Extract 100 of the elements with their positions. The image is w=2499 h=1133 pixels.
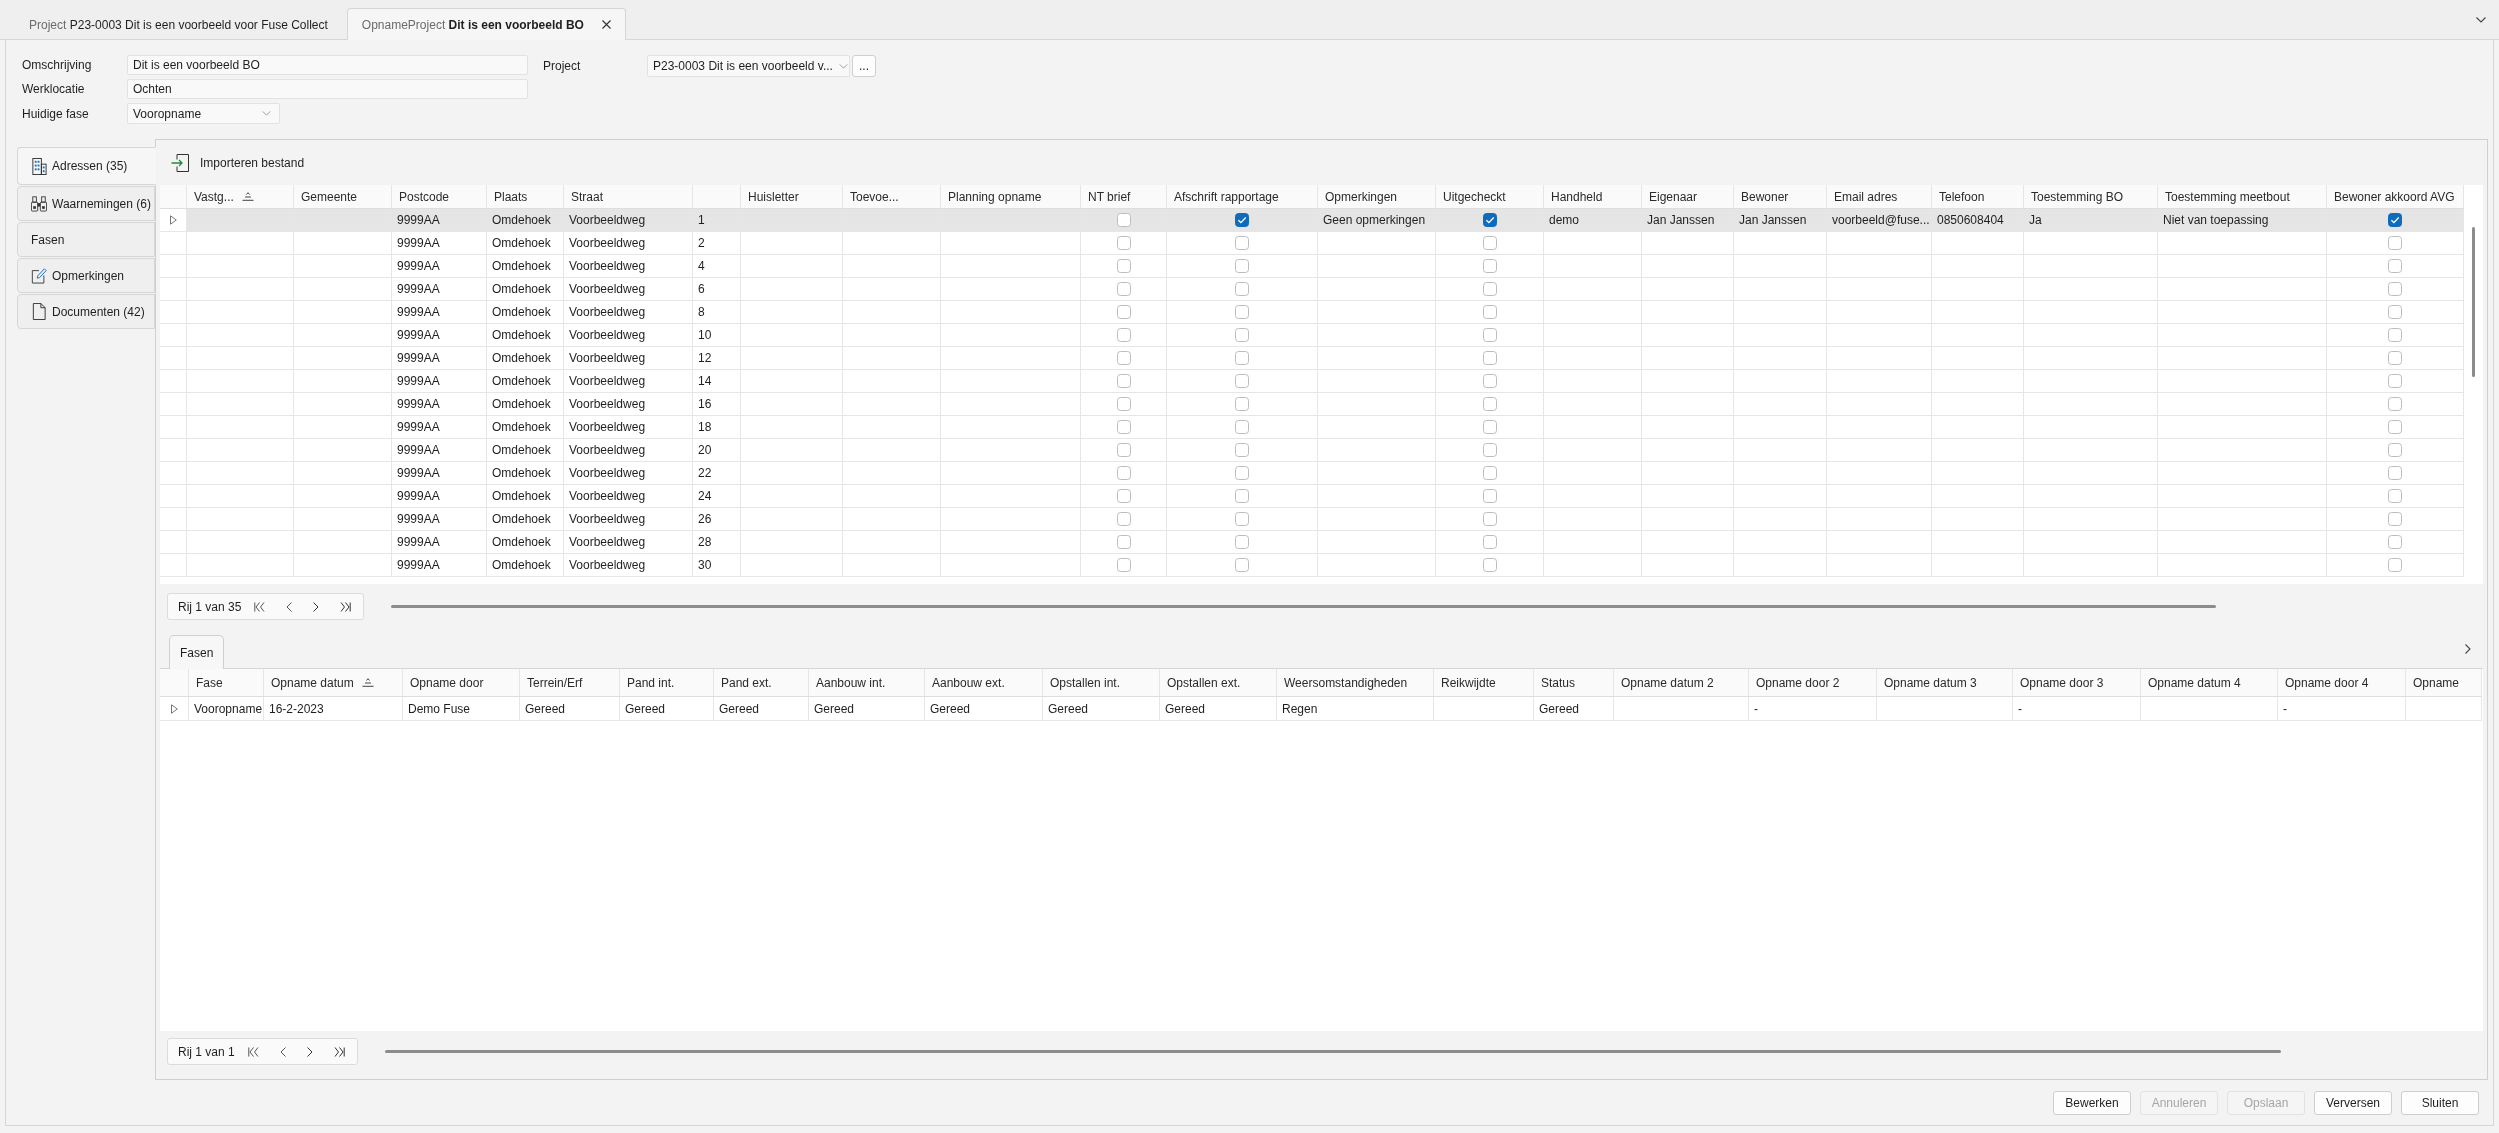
tab[interactable]: Fasen [169,635,225,669]
checkbox[interactable] [2388,328,2402,342]
first-page-icon[interactable] [247,1046,259,1057]
column-header[interactable]: Toevoe... [843,185,941,208]
checkbox[interactable] [1235,236,1249,250]
side-tab[interactable]: Opmerkingen [17,258,155,293]
checkbox[interactable] [1482,259,1497,273]
checkbox[interactable] [1235,489,1249,503]
column-header[interactable]: Weersomstandigheden [1277,669,1434,696]
column-header[interactable]: Terrein/Erf [520,669,620,696]
checkbox[interactable] [2388,374,2402,388]
column-header[interactable]: Huisletter [741,185,843,208]
column-header[interactable]: Opname datum 4 [2141,669,2278,696]
checkbox[interactable] [1116,558,1131,572]
checkbox[interactable] [2388,558,2402,572]
checkbox[interactable] [1482,213,1497,227]
checkbox[interactable] [1235,443,1249,457]
checkbox[interactable] [1116,282,1131,296]
column-header[interactable]: Pand int. [620,669,714,696]
column-header[interactable]: Postcode [392,185,487,208]
checkbox[interactable] [1116,420,1131,434]
checkbox[interactable] [1116,259,1131,273]
checkbox[interactable] [1116,351,1131,365]
column-header[interactable]: Opname datum 3 [1877,669,2013,696]
side-tab[interactable]: Adressen (35) [17,147,156,185]
column-header[interactable]: Bewoner [1734,185,1827,208]
column-header[interactable]: Opname door 2 [1749,669,1877,696]
dropdown[interactable]: P23-0003 Dit is een voorbeeld v... [647,55,850,77]
document-tab[interactable]: Project P23-0003 Dit is een voorbeeld voor Fuse Collect [14,9,343,40]
checkbox[interactable] [1235,535,1249,549]
checkbox[interactable] [2388,420,2402,434]
column-header[interactable]: Aanbouw ext. [925,669,1043,696]
action-button[interactable]: Sluiten [2401,1090,2479,1115]
checkbox[interactable] [1482,512,1497,526]
next-page-icon[interactable] [313,601,320,612]
checkbox[interactable] [1235,213,1249,227]
column-header[interactable]: Planning opname [941,185,1081,208]
checkbox[interactable] [1235,466,1249,480]
scrollbar-thumb[interactable] [391,605,2217,608]
column-header[interactable]: Handheld [1544,185,1642,208]
last-page-icon[interactable] [333,1046,345,1057]
checkbox[interactable] [1116,374,1131,388]
column-header[interactable]: Telefoon [1932,185,2024,208]
column-header[interactable]: Opname datum [264,669,403,696]
action-button[interactable]: Bewerken [2053,1090,2131,1115]
column-header[interactable]: Email adres [1827,185,1932,208]
checkbox[interactable] [1235,558,1249,572]
checkbox[interactable] [2388,489,2402,503]
checkbox[interactable] [1116,236,1131,250]
checkbox[interactable] [2388,443,2402,457]
column-header[interactable]: Toestemming meetbout [2158,185,2327,208]
checkbox[interactable] [1482,351,1497,365]
chevron-right-icon[interactable] [2465,643,2471,654]
side-tab[interactable]: Documenten (42) [17,294,155,329]
checkbox[interactable] [2388,259,2402,273]
checkbox[interactable] [1116,305,1131,319]
checkbox[interactable] [1482,466,1497,480]
checkbox[interactable] [1116,535,1131,549]
scrollbar-thumb[interactable] [2472,227,2475,377]
checkbox[interactable] [1482,236,1497,250]
checkbox[interactable] [1482,489,1497,503]
column-header[interactable]: Opname door [403,669,520,696]
checkbox[interactable] [1482,535,1497,549]
column-header[interactable]: Plaats [487,185,564,208]
checkbox[interactable] [2388,305,2402,319]
checkbox[interactable] [2388,213,2402,227]
checkbox[interactable] [1482,282,1497,296]
last-page-icon[interactable] [340,601,352,612]
next-page-icon[interactable] [306,1046,313,1057]
checkbox[interactable] [1116,397,1131,411]
checkbox[interactable] [1235,397,1249,411]
input-field[interactable]: Ochten [127,79,528,99]
checkbox[interactable] [1116,466,1131,480]
scrollbar-thumb[interactable] [384,1050,2281,1053]
column-header[interactable]: Opmerkingen [1318,185,1436,208]
column-header[interactable]: Pand ext. [714,669,809,696]
checkbox[interactable] [1482,328,1497,342]
checkbox[interactable] [1235,351,1249,365]
import-button[interactable]: Importeren bestand [171,153,305,172]
column-header[interactable]: Eigenaar [1642,185,1734,208]
checkbox[interactable] [2388,535,2402,549]
column-header[interactable]: Status [1534,669,1614,696]
checkbox[interactable] [1482,397,1497,411]
checkbox[interactable] [1116,328,1131,342]
checkbox[interactable] [1235,305,1249,319]
column-header[interactable]: Opstallen int. [1043,669,1160,696]
column-header[interactable]: Reikwijdte [1434,669,1534,696]
column-header[interactable]: Aanbouw int. [809,669,925,696]
checkbox[interactable] [1482,420,1497,434]
previous-page-icon[interactable] [279,1046,286,1057]
close-icon[interactable] [601,20,611,29]
column-header[interactable]: Opname [2406,669,2482,696]
checkbox[interactable] [2388,351,2402,365]
checkbox[interactable] [1116,443,1131,457]
dropdown[interactable]: Vooropname [127,103,280,124]
checkbox[interactable] [1235,420,1249,434]
checkbox[interactable] [1116,213,1131,227]
previous-page-icon[interactable] [286,601,293,612]
column-header[interactable]: Opname datum 2 [1614,669,1749,696]
checkbox[interactable] [1482,558,1497,572]
